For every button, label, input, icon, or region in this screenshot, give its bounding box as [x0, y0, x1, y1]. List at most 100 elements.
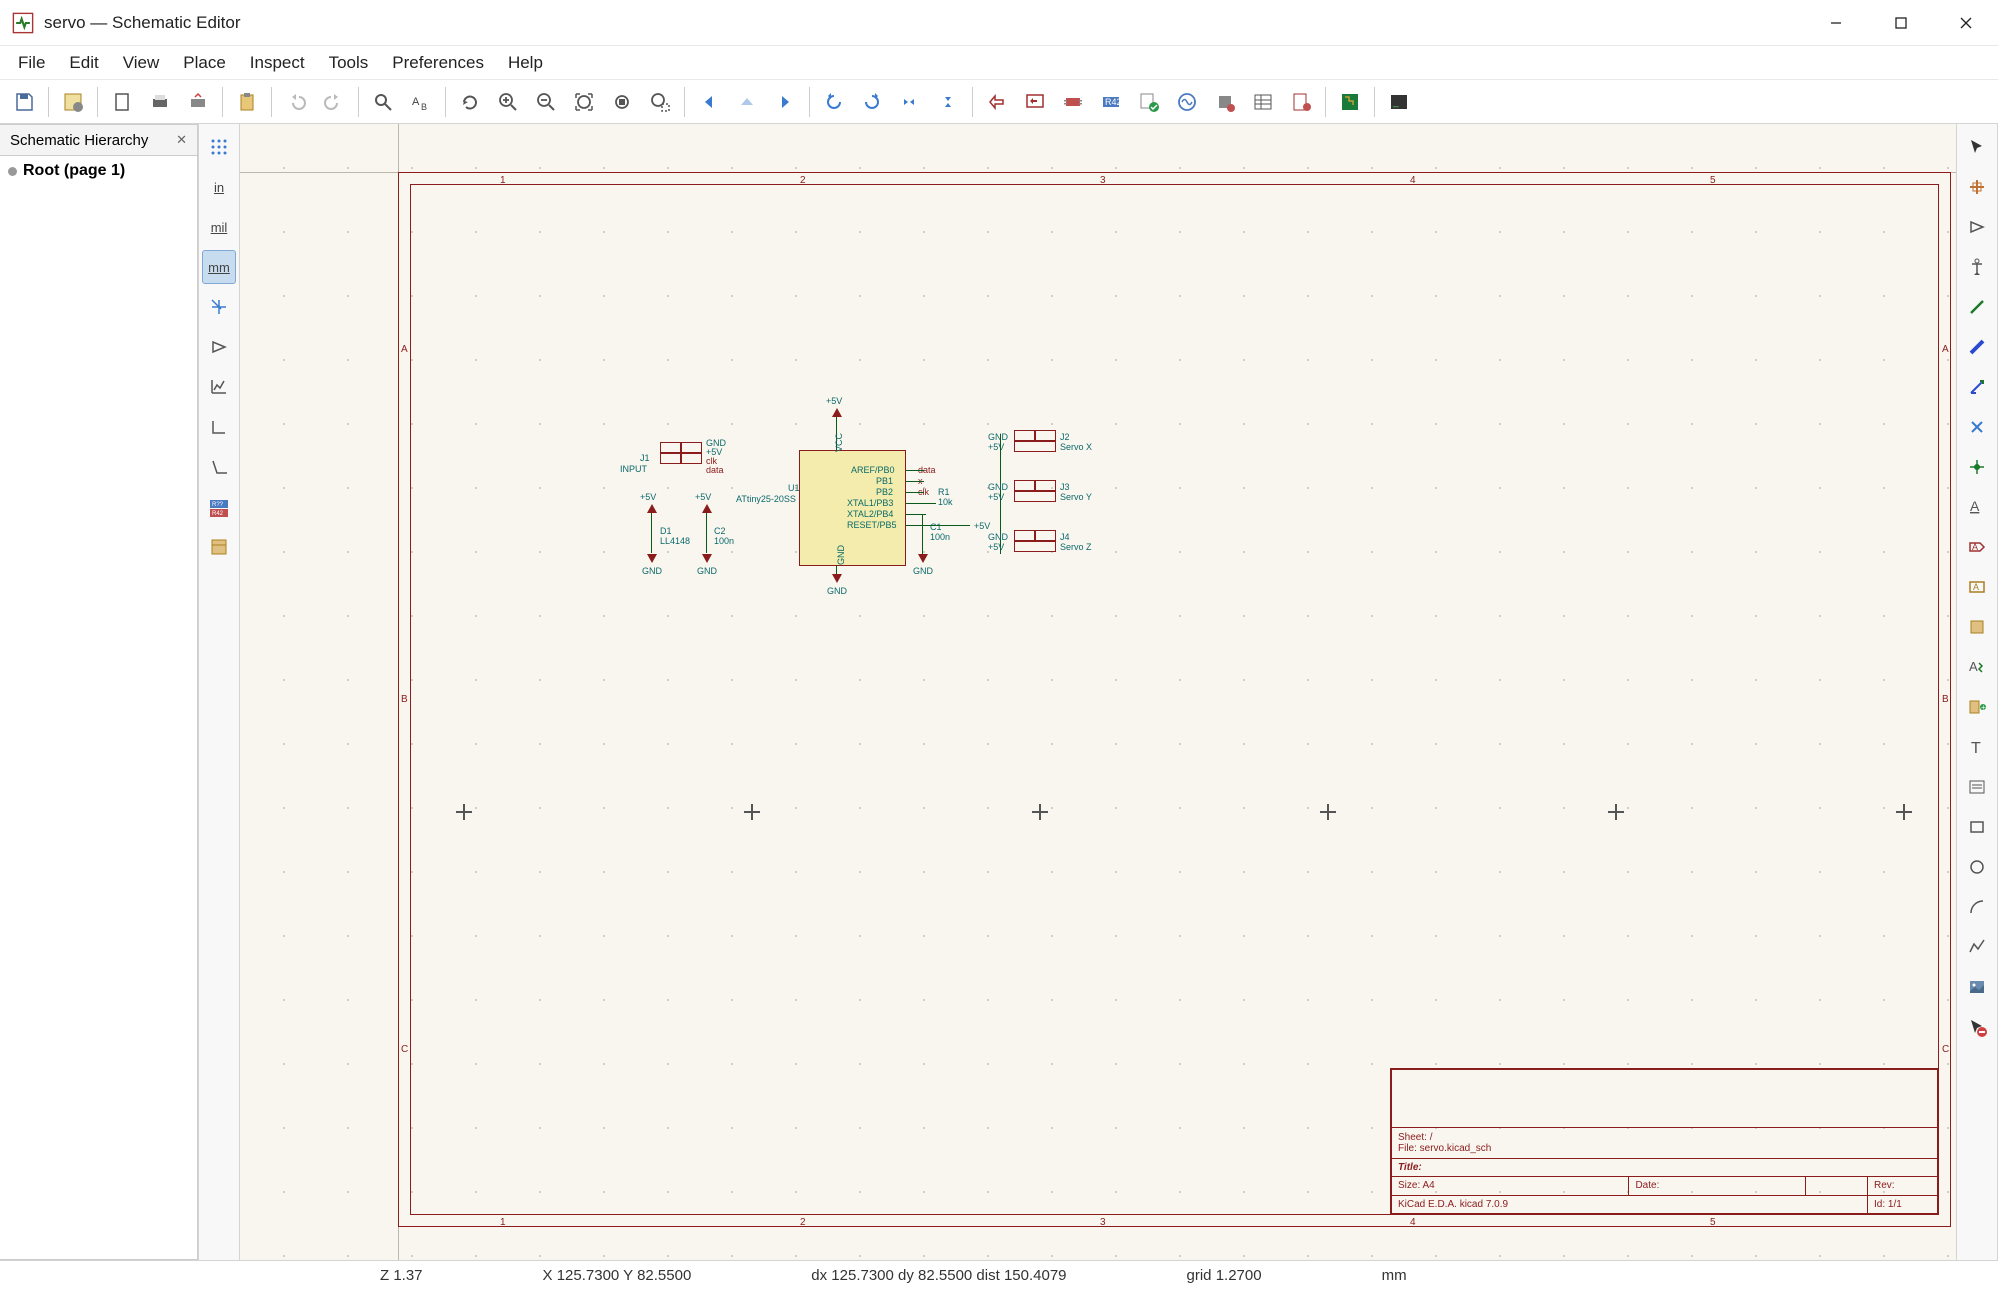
plot-icon[interactable] — [202, 370, 236, 404]
rect-icon[interactable] — [1960, 810, 1994, 844]
save-icon[interactable] — [6, 84, 42, 120]
delete-tool-icon[interactable] — [1960, 1010, 1994, 1044]
hier-label-icon[interactable]: A — [1960, 570, 1994, 604]
minimize-button[interactable] — [1803, 0, 1868, 45]
text-letter-icon[interactable]: T — [1960, 730, 1994, 764]
close-button[interactable] — [1933, 0, 1998, 45]
left-toolbar: in mil mm R??R42 — [198, 124, 240, 1260]
zoom-in-icon[interactable] — [490, 84, 526, 120]
scripting-console-icon[interactable]: _ — [1381, 84, 1417, 120]
sheet-pin-icon[interactable]: + — [1960, 690, 1994, 724]
svg-text:A: A — [1970, 498, 1980, 514]
noconnect-icon[interactable] — [1960, 410, 1994, 444]
app-icon — [12, 12, 34, 34]
menu-file[interactable]: File — [6, 49, 57, 77]
grid-icon[interactable] — [202, 130, 236, 164]
simulator-icon[interactable] — [1169, 84, 1205, 120]
svg-text:A: A — [1969, 659, 1978, 674]
circle-icon[interactable] — [1960, 850, 1994, 884]
bus-entry-icon[interactable] — [1960, 370, 1994, 404]
mirror-h-icon[interactable] — [892, 84, 928, 120]
arc-icon[interactable] — [1960, 890, 1994, 924]
sheet-icon[interactable] — [1960, 610, 1994, 644]
svg-text:T: T — [1971, 740, 1981, 757]
textbox-icon[interactable] — [1960, 770, 1994, 804]
highlight-net-icon[interactable] — [1960, 170, 1994, 204]
symbol-editor-icon[interactable] — [979, 84, 1015, 120]
wire-icon[interactable] — [1960, 290, 1994, 324]
schematic-setup-icon[interactable] — [55, 84, 91, 120]
image-icon[interactable] — [1960, 970, 1994, 1004]
undo-icon[interactable] — [278, 84, 314, 120]
in[interactable]: in — [202, 170, 236, 204]
symbol-fields-icon[interactable] — [1245, 84, 1281, 120]
nav-back-icon[interactable] — [691, 84, 727, 120]
footprint-editor-icon[interactable] — [1207, 84, 1243, 120]
nav-forward-icon[interactable] — [767, 84, 803, 120]
select-icon[interactable] — [1960, 130, 1994, 164]
zoom-objects-icon[interactable] — [604, 84, 640, 120]
rotate-cw-icon[interactable] — [854, 84, 890, 120]
menu-help[interactable]: Help — [496, 49, 555, 77]
hierarchy-root-item[interactable]: Root (page 1) — [8, 162, 189, 180]
hierarchy-tab[interactable]: Schematic Hierarchy ✕ — [0, 124, 198, 156]
annotate-icon[interactable]: R42 — [1093, 84, 1129, 120]
right-toolbar: AAAA+T — [1956, 124, 1998, 1260]
find-replace-icon[interactable]: AB — [403, 84, 439, 120]
page-settings-icon[interactable] — [104, 84, 140, 120]
opamp-place-icon[interactable] — [1960, 210, 1994, 244]
mil[interactable]: mil — [202, 210, 236, 244]
axes-icon[interactable] — [202, 410, 236, 444]
svg-text:B: B — [421, 102, 427, 112]
hierarchy-root-label: Root (page 1) — [23, 162, 125, 180]
menu-edit[interactable]: Edit — [57, 49, 110, 77]
local-label-icon[interactable]: A — [1960, 490, 1994, 524]
opamp-icon[interactable] — [202, 330, 236, 364]
nav-up-icon[interactable] — [729, 84, 765, 120]
rotate-ccw-icon[interactable] — [816, 84, 852, 120]
schematic-canvas[interactable]: Sheet: /File: servo.kicad_sch Title: Siz… — [240, 124, 1956, 1260]
hierarchy-tree[interactable]: Root (page 1) — [0, 156, 198, 1260]
mm[interactable]: mm — [202, 250, 236, 284]
menu-view[interactable]: View — [111, 49, 172, 77]
status-xy: X 125.7300 Y 82.5500 — [483, 1267, 752, 1284]
titlebar: servo — Schematic Editor — [0, 0, 1998, 46]
symbol-browser-icon[interactable] — [1017, 84, 1053, 120]
ref-r42-icon[interactable]: R??R42 — [202, 490, 236, 524]
menu-tools[interactable]: Tools — [317, 49, 381, 77]
menubar: FileEditViewPlaceInspectToolsPreferences… — [0, 46, 1998, 80]
cursor-cross[interactable] — [202, 290, 236, 324]
global-label-icon[interactable]: A — [1960, 530, 1994, 564]
paste-icon[interactable] — [229, 84, 265, 120]
menu-inspect[interactable]: Inspect — [238, 49, 317, 77]
maximize-button[interactable] — [1868, 0, 1933, 45]
footprint-assign-icon[interactable] — [1055, 84, 1091, 120]
zoom-fit-icon[interactable] — [566, 84, 602, 120]
menu-preferences[interactable]: Preferences — [380, 49, 496, 77]
bus-icon[interactable] — [1960, 330, 1994, 364]
statusbar: Z 1.37 X 125.7300 Y 82.5500 dx 125.7300 … — [0, 1260, 1998, 1290]
svg-text:+: + — [1981, 703, 1986, 712]
zoom-out-icon[interactable] — [528, 84, 564, 120]
status-grid[interactable]: grid 1.2700 — [1127, 1267, 1322, 1284]
find-icon[interactable] — [365, 84, 401, 120]
junction-icon[interactable] — [1960, 450, 1994, 484]
netclass-icon[interactable]: A — [1960, 650, 1994, 684]
pcb-editor-icon[interactable] — [1332, 84, 1368, 120]
refresh-icon[interactable] — [452, 84, 488, 120]
polyline-icon[interactable] — [1960, 930, 1994, 964]
print-icon[interactable] — [142, 84, 178, 120]
status-zoom: Z 1.37 — [0, 1267, 483, 1284]
close-panel-icon[interactable]: ✕ — [176, 132, 187, 148]
erc-icon[interactable] — [1131, 84, 1167, 120]
zoom-selection-icon[interactable] — [642, 84, 678, 120]
plot-icon[interactable] — [180, 84, 216, 120]
skew-axes-icon[interactable] — [202, 450, 236, 484]
bom-icon[interactable] — [1283, 84, 1319, 120]
redo-icon[interactable] — [316, 84, 352, 120]
sheet-icon[interactable] — [202, 530, 236, 564]
mirror-v-icon[interactable] — [930, 84, 966, 120]
menu-place[interactable]: Place — [171, 49, 238, 77]
status-unit[interactable]: mm — [1322, 1267, 1467, 1284]
power-port-icon[interactable] — [1960, 250, 1994, 284]
